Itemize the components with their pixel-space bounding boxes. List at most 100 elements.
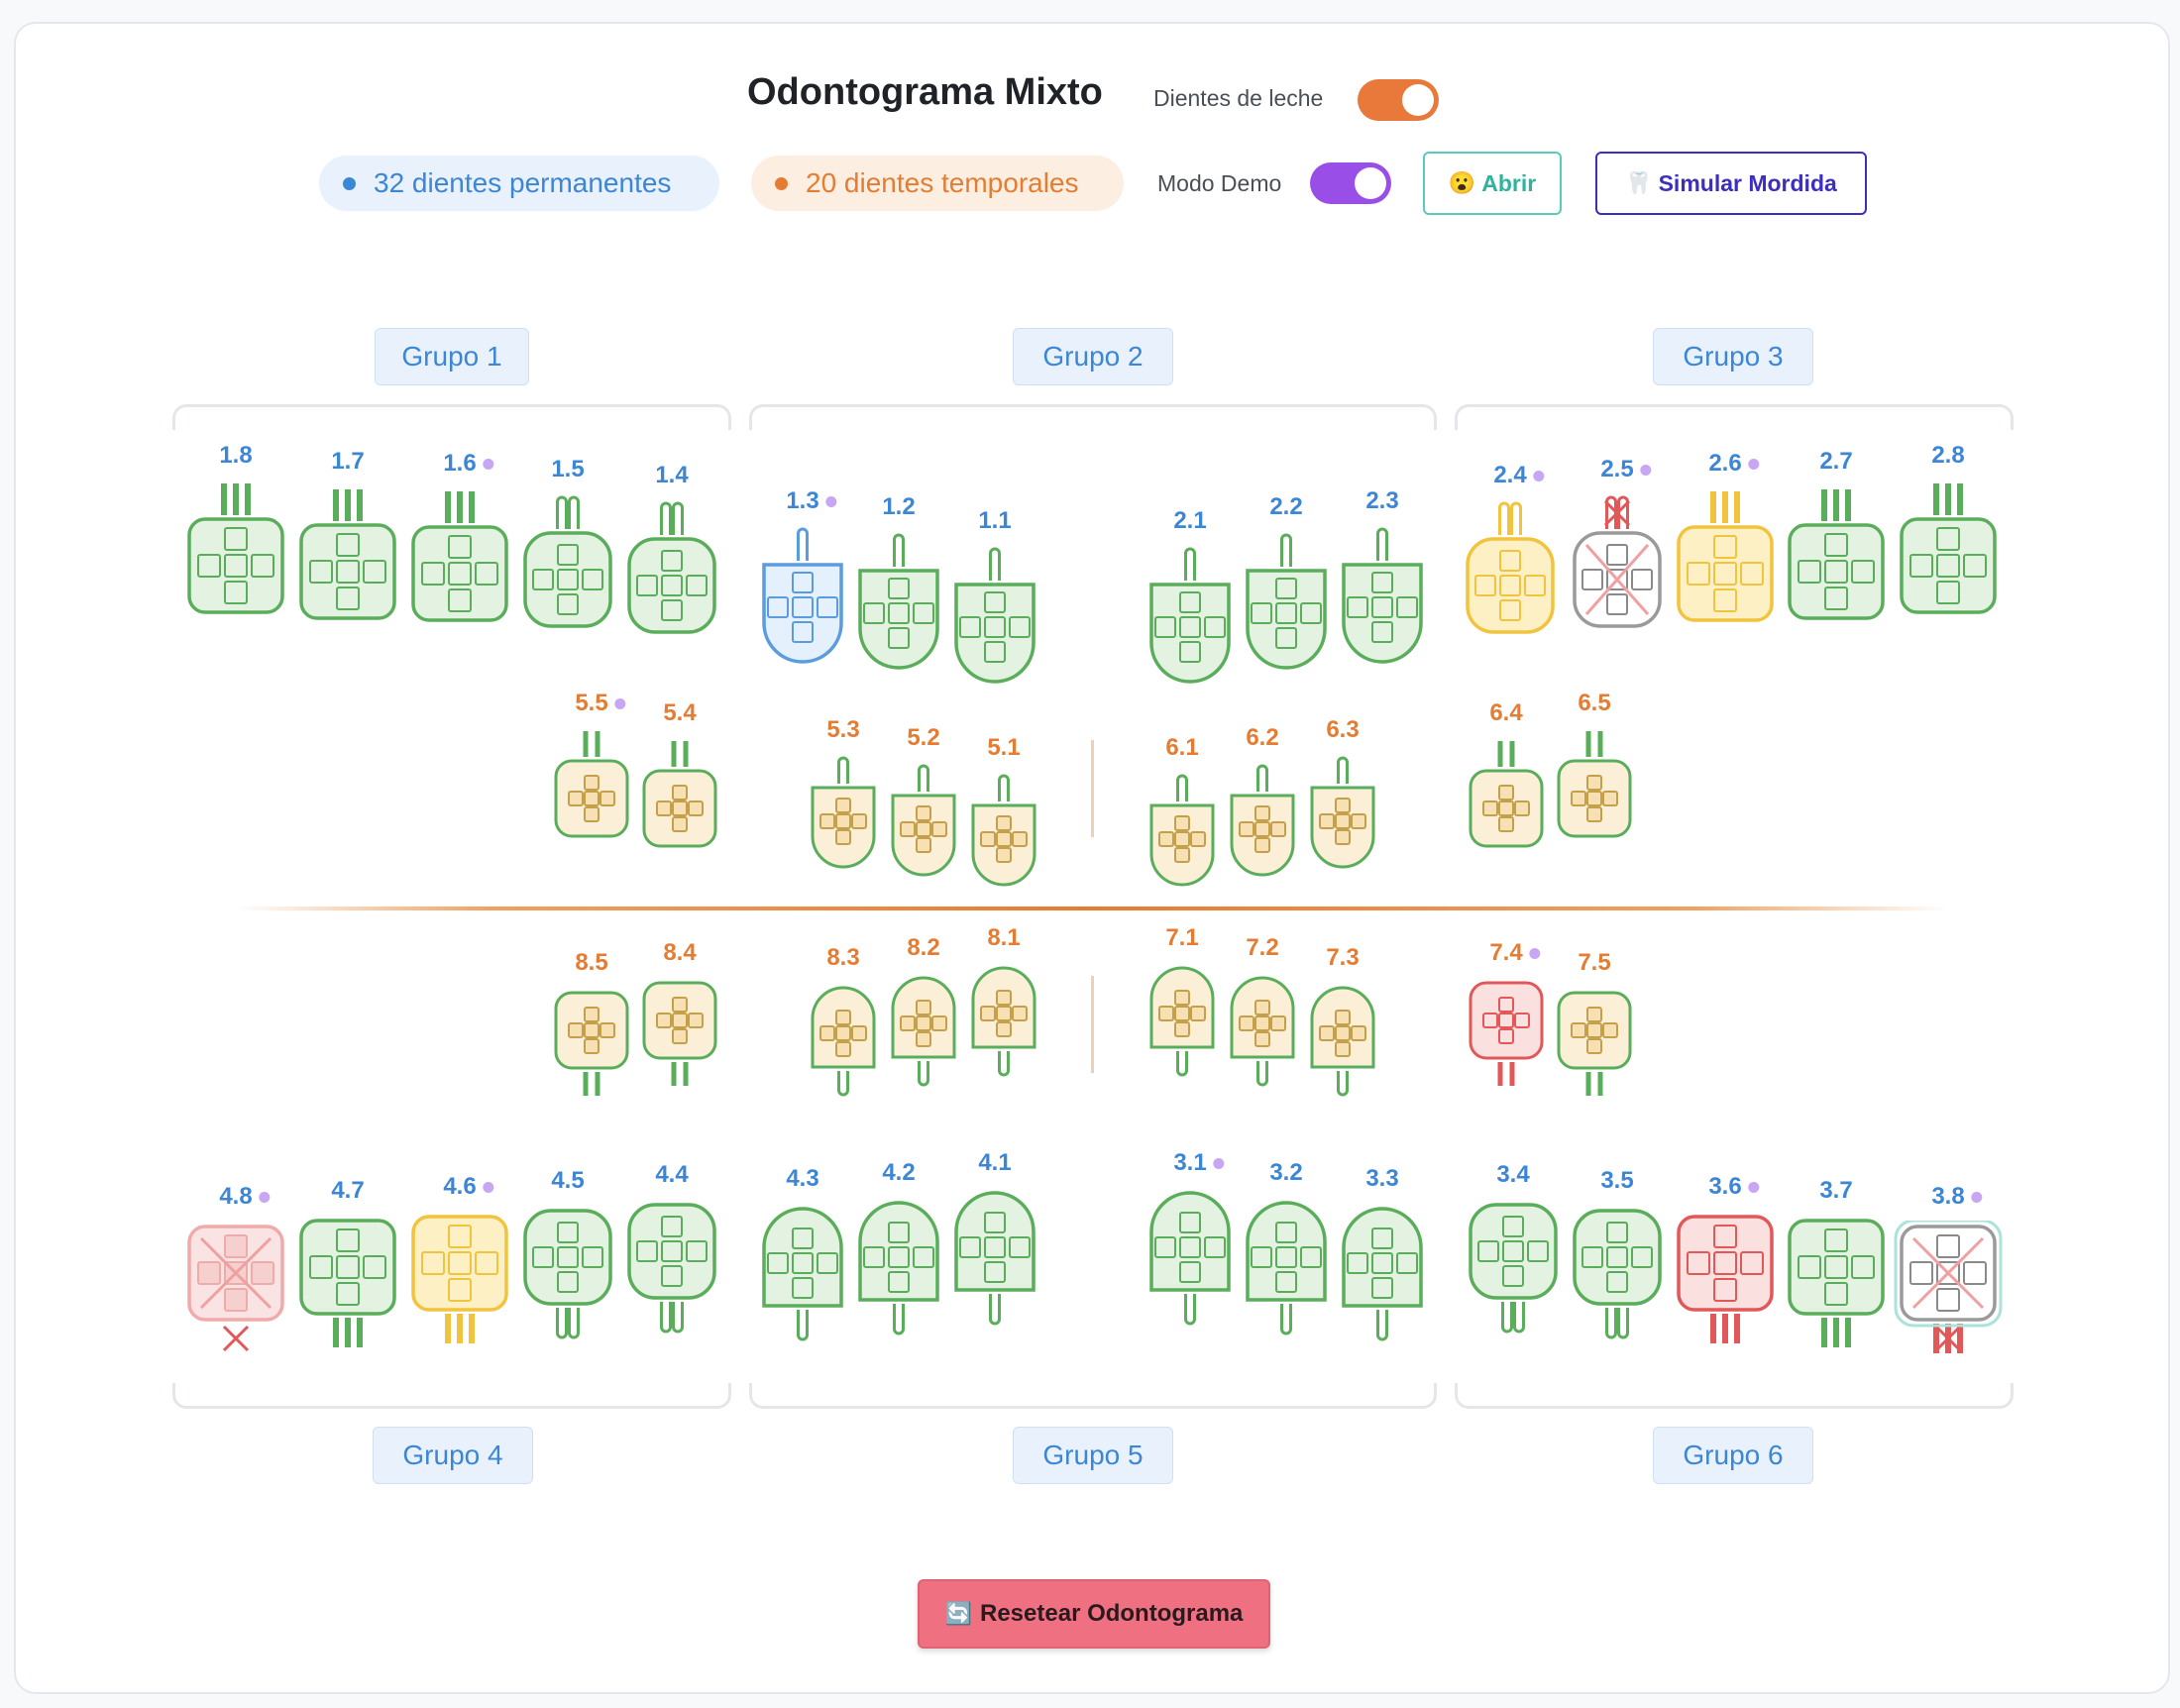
tooth-surface[interactable] <box>1335 1041 1351 1057</box>
tooth-surface[interactable] <box>636 1240 658 1262</box>
tooth-surface[interactable] <box>1174 815 1190 831</box>
tooth-surface[interactable] <box>557 1271 579 1293</box>
tooth-surface[interactable] <box>817 1252 838 1274</box>
tooth-surface[interactable] <box>1251 602 1272 624</box>
tooth-surface[interactable] <box>984 641 1006 663</box>
tooth-surface[interactable] <box>792 596 814 618</box>
tooth-surface[interactable] <box>1498 785 1514 801</box>
tooth-surface[interactable] <box>1687 1251 1710 1275</box>
tooth-surface[interactable] <box>792 1228 814 1249</box>
tooth-5.4[interactable] <box>630 733 729 854</box>
tooth-surface[interactable] <box>1174 847 1190 863</box>
tooth-surface[interactable] <box>1936 1234 1960 1258</box>
tooth-surface[interactable] <box>1335 829 1351 845</box>
tooth-2.4[interactable] <box>1454 495 1567 640</box>
tooth-surface[interactable] <box>584 806 600 822</box>
tooth-surface[interactable] <box>672 997 688 1013</box>
tooth-surface[interactable] <box>1174 831 1190 847</box>
tooth-surface[interactable] <box>1631 1246 1653 1268</box>
tooth-7.2[interactable] <box>1218 972 1307 1097</box>
tooth-surface[interactable] <box>1300 602 1322 624</box>
tooth-surface[interactable] <box>1740 1251 1764 1275</box>
tooth-surface[interactable] <box>916 837 931 853</box>
tooth-surface[interactable] <box>224 1288 248 1312</box>
tooth-8.1[interactable] <box>959 962 1048 1087</box>
tooth-surface[interactable] <box>1909 1261 1933 1285</box>
tooth-surface[interactable] <box>1851 560 1875 584</box>
tooth-surface[interactable] <box>1606 1222 1628 1243</box>
tooth-7.3[interactable] <box>1298 982 1387 1107</box>
tooth-6.1[interactable] <box>1138 768 1227 893</box>
tooth-surface[interactable] <box>197 1261 221 1285</box>
tooth-surface[interactable] <box>448 1225 472 1248</box>
tooth-surface[interactable] <box>224 1234 248 1258</box>
tooth-surface[interactable] <box>1713 588 1737 612</box>
tooth-surface[interactable] <box>1687 562 1710 586</box>
tooth-surface[interactable] <box>984 1236 1006 1258</box>
tooth-surface[interactable] <box>1631 569 1653 590</box>
tooth-surface[interactable] <box>584 775 600 791</box>
dientes-de-leche-toggle[interactable] <box>1358 79 1439 121</box>
tooth-surface[interactable] <box>913 602 934 624</box>
tooth-surface[interactable] <box>1396 1252 1418 1274</box>
tooth-3.6[interactable] <box>1665 1211 1786 1355</box>
tooth-surface[interactable] <box>421 562 445 586</box>
tooth-surface[interactable] <box>686 575 708 596</box>
tooth-surface[interactable] <box>1798 560 1821 584</box>
tooth-surface[interactable] <box>1498 816 1514 832</box>
tooth-surface[interactable] <box>1254 821 1270 837</box>
tooth-surface[interactable] <box>1909 554 1933 578</box>
tooth-surface[interactable] <box>1602 791 1618 806</box>
tooth-surface[interactable] <box>448 1278 472 1302</box>
tooth-surface[interactable] <box>1477 1240 1499 1262</box>
tooth-surface[interactable] <box>792 572 814 593</box>
tooth-surface[interactable] <box>656 1013 672 1028</box>
tooth-surface[interactable] <box>792 1252 814 1274</box>
tooth-surface[interactable] <box>557 1222 579 1243</box>
tooth-surface[interactable] <box>1254 1000 1270 1015</box>
tooth-surface[interactable] <box>448 535 472 559</box>
tooth-surface[interactable] <box>1275 627 1297 649</box>
tooth-surface[interactable] <box>1482 1013 1498 1028</box>
tooth-1.6[interactable] <box>399 483 520 628</box>
simular-mordida-button[interactable]: 🦷 Simular Mordida <box>1595 152 1867 215</box>
tooth-surface[interactable] <box>1963 1261 1987 1285</box>
tooth-surface[interactable] <box>1371 1228 1393 1249</box>
tooth-4.2[interactable] <box>846 1197 951 1345</box>
tooth-1.1[interactable] <box>942 541 1047 690</box>
abrir-button[interactable]: 😮 Abrir <box>1423 152 1562 215</box>
tooth-1.2[interactable] <box>846 527 951 676</box>
tooth-surface[interactable] <box>197 554 221 578</box>
tooth-5.1[interactable] <box>959 768 1048 893</box>
tooth-surface[interactable] <box>1936 1288 1960 1312</box>
tooth-surface[interactable] <box>1371 1252 1393 1274</box>
tooth-4.7[interactable] <box>287 1215 408 1359</box>
tooth-4.6[interactable] <box>399 1211 520 1355</box>
tooth-surface[interactable] <box>336 1228 360 1252</box>
tooth-4.1[interactable] <box>942 1187 1047 1335</box>
tooth-surface[interactable] <box>1351 813 1366 829</box>
tooth-3.2[interactable] <box>1234 1197 1339 1345</box>
tooth-surface[interactable] <box>656 801 672 816</box>
tooth-surface[interactable] <box>336 587 360 610</box>
tooth-surface[interactable] <box>600 791 615 806</box>
tooth-2.5[interactable] <box>1561 489 1674 634</box>
tooth-surface[interactable] <box>1275 1271 1297 1293</box>
tooth-surface[interactable] <box>1351 1025 1366 1041</box>
tooth-7.5[interactable] <box>1545 987 1644 1108</box>
tooth-surface[interactable] <box>1179 1261 1201 1283</box>
tooth-surface[interactable] <box>448 562 472 586</box>
tooth-surface[interactable] <box>835 813 851 829</box>
tooth-surface[interactable] <box>1713 562 1737 586</box>
tooth-surface[interactable] <box>309 1255 333 1279</box>
tooth-surface[interactable] <box>1581 569 1603 590</box>
tooth-surface[interactable] <box>980 1006 996 1021</box>
tooth-surface[interactable] <box>1514 801 1530 816</box>
tooth-surface[interactable] <box>584 791 600 806</box>
tooth-surface[interactable] <box>421 1251 445 1275</box>
tooth-surface[interactable] <box>1270 821 1286 837</box>
tooth-surface[interactable] <box>1586 775 1602 791</box>
tooth-surface[interactable] <box>1179 591 1201 613</box>
tooth-surface[interactable] <box>1179 1212 1201 1233</box>
tooth-surface[interactable] <box>557 544 579 566</box>
